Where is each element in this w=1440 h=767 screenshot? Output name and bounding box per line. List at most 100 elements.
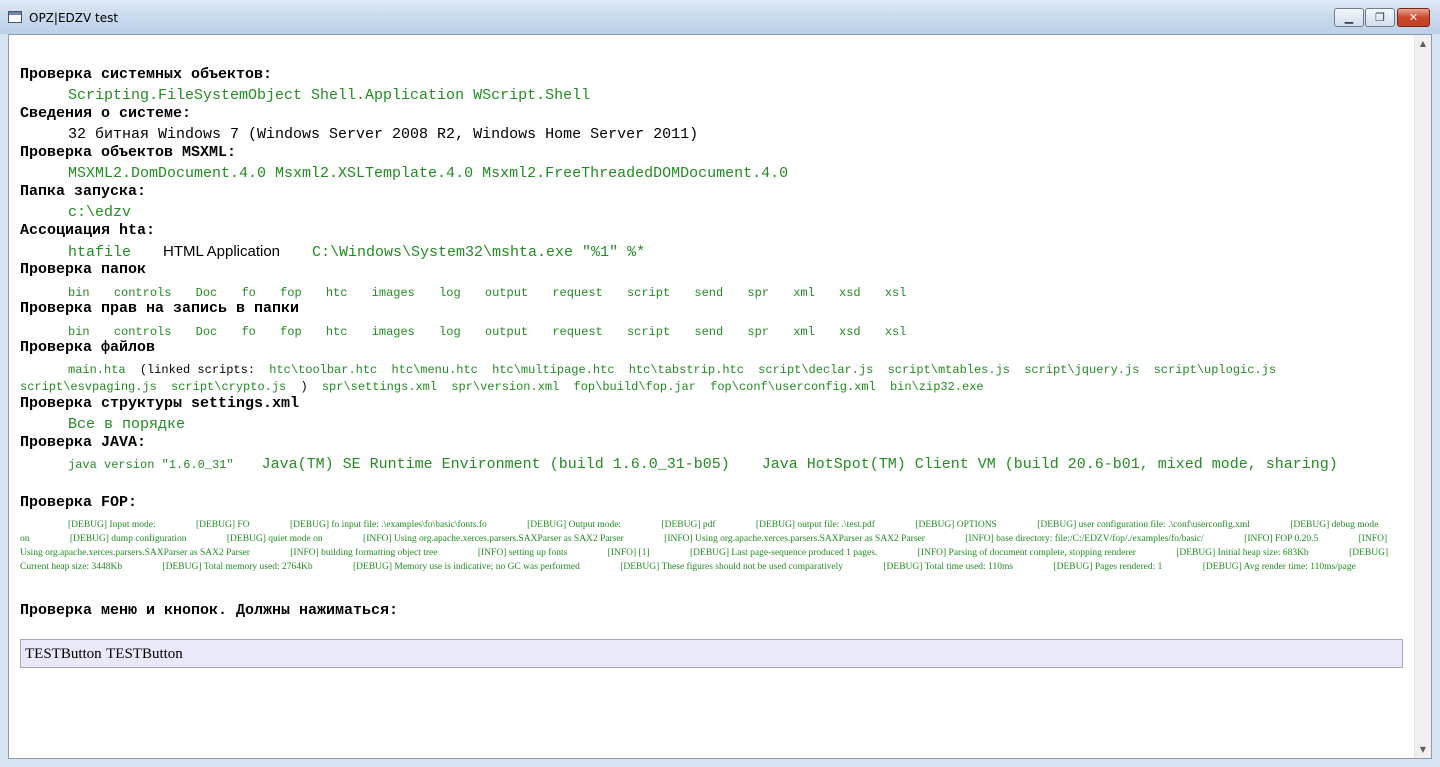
fop-log-entry: [DEBUG] Total time used: 110ms [883, 562, 1014, 572]
fop-log-entry: [DEBUG] fo input file: .\examples\fo\bas… [289, 520, 487, 530]
linked-scripts-label: (linked scripts: [139, 363, 256, 377]
fop-log-entry: [DEBUG] output file: .\test.pdf [755, 520, 875, 530]
perm-folder-item: htc [325, 325, 348, 339]
files-list: main.hta (linked scripts: htc\toolbar.ht… [20, 362, 1412, 396]
fop-log-entry: [DEBUG] OPTIONS [915, 520, 997, 530]
folder-item: fo [241, 286, 256, 300]
perm-folder-item: send [694, 325, 724, 339]
perm-folder-item: xsd [839, 325, 861, 339]
heading-msxml: Проверка объектов MSXML: [20, 144, 237, 161]
hta-app: HTML Application [163, 243, 281, 260]
test-button-1[interactable]: TESTButton [25, 646, 102, 662]
hta-type: htafile [68, 244, 132, 261]
test-toolbar: TESTButton TESTButton [20, 639, 1403, 668]
script-file-item: script\mtables.js [887, 363, 1010, 377]
file-item: spr\version.xml [451, 380, 560, 394]
linked-scripts-close: ) [300, 380, 308, 394]
heading-sysobjects: Проверка системных объектов: [20, 66, 273, 83]
script-file-item: script\crypto.js [171, 380, 287, 394]
fop-log-entry: [INFO] building formatting object tree [290, 548, 438, 558]
folder-item: spr [747, 286, 769, 300]
heading-fop: Проверка FOP: [20, 494, 138, 511]
fop-log: [DEBUG] Input mode: [DEBUG] FO [DEBUG] f… [20, 518, 1412, 574]
value-settings: Все в порядке [68, 416, 186, 433]
heading-launch: Папка запуска: [20, 183, 147, 200]
folder-item: log [439, 286, 461, 300]
value-msxml: MSXML2.DomDocument.4.0 Msxml2.XSLTemplat… [68, 165, 789, 182]
fop-log-entry: [DEBUG] dump configuration [69, 534, 187, 544]
perm-folder-item: output [484, 325, 529, 339]
file-item: fop\build\fop.jar [573, 380, 696, 394]
value-java: java version "1.6.0_31" Java(TM) SE Runti… [20, 455, 1412, 475]
folder-item: xsl [884, 286, 907, 300]
script-file-item: script\declar.js [758, 363, 874, 377]
java-runtime: Java(TM) SE Runtime Environment (build 1… [261, 456, 730, 473]
fop-log-entry: [DEBUG] Avg render time: 110ms/page [1202, 562, 1356, 572]
folder-item: output [484, 286, 529, 300]
java-vm: Java HotSpot(TM) Client VM (build 20.6-b… [761, 456, 1338, 473]
scroll-up-icon[interactable]: ▲ [1415, 35, 1431, 52]
folder-item: send [694, 286, 724, 300]
fop-log-entry: [DEBUG] Last page-sequence produced 1 pa… [690, 548, 878, 558]
maximize-button[interactable]: ❐ [1365, 8, 1395, 27]
perm-folder-item: log [439, 325, 461, 339]
value-hta: htafile HTML Application C:\Windows\System… [68, 243, 645, 262]
folder-item: request [552, 286, 603, 300]
heading-hta: Ассоциация hta: [20, 222, 156, 239]
window-title: OPZ|EDZV test [29, 11, 119, 25]
perm-folder-item: controls [113, 325, 172, 339]
heading-folders: Проверка папок [20, 261, 147, 278]
fop-log-entry: [DEBUG] Total memory used: 2764Kb [162, 562, 313, 572]
folder-item: bin [68, 286, 90, 300]
heading-perms: Проверка прав на запись в папки [20, 300, 300, 317]
value-sysinfo: 32 битная Windows 7 (Windows Server 2008… [68, 126, 699, 143]
heading-java: Проверка JAVA: [20, 434, 147, 451]
hta-cmd: C:\Windows\System32\mshta.exe "%1" %* [312, 244, 646, 261]
heading-sysinfo: Сведения о системе: [20, 105, 192, 122]
fop-log-entry: [INFO] FOP 0.20.5 [1244, 534, 1319, 544]
fop-log-entry: [INFO] base directory: file:/C:/EDZV/fop… [965, 534, 1204, 544]
file-item: bin\zip32.exe [889, 380, 984, 394]
window-client: ▲ ▼ Проверка системных объектов: Scripti… [8, 34, 1432, 759]
fop-log-entry: [DEBUG] These figures should not be used… [620, 562, 843, 572]
file-item: fop\conf\userconfig.xml [710, 380, 876, 394]
fop-log-entry: [INFO] Using org.apache.xerces.parsers.S… [363, 534, 624, 544]
script-file-item: htc\tabstrip.htc [628, 363, 744, 377]
folder-item: controls [113, 286, 172, 300]
fop-log-entry: [DEBUG] Input mode: [68, 520, 156, 530]
heading-menu: Проверка меню и кнопок. Должны нажиматьс… [20, 602, 399, 619]
fop-log-entry: [DEBUG] Pages rendered: 1 [1053, 562, 1163, 572]
script-file-item: htc\multipage.htc [492, 363, 615, 377]
folder-item: xml [793, 286, 815, 300]
script-file-item: htc\menu.htc [391, 363, 478, 377]
file-item: spr\settings.xml [321, 380, 438, 394]
fop-log-entry: [INFO] Parsing of document complete, sto… [917, 548, 1136, 558]
perm-folder-item: fo [241, 325, 256, 339]
value-sysobjects: Scripting.FileSystemObject Shell.Applica… [68, 87, 591, 104]
minimize-button[interactable]: ▁ [1334, 8, 1364, 27]
fop-log-entry: [INFO] Using org.apache.xerces.parsers.S… [664, 534, 925, 544]
scroll-down-icon[interactable]: ▼ [1415, 741, 1431, 758]
value-launch: c:\edzv [68, 204, 132, 221]
title-bar[interactable]: OPZ|EDZV test ▁ ❐ ✕ [0, 0, 1440, 34]
vertical-scrollbar[interactable]: ▲ ▼ [1414, 35, 1431, 758]
fop-log-entry: [DEBUG] FO [195, 520, 250, 530]
fop-log-entry: [INFO] setting up fonts [477, 548, 568, 558]
perm-folder-item: xsl [884, 325, 907, 339]
fop-log-entry: [DEBUG] quiet mode on [226, 534, 323, 544]
folder-item: Doc [195, 286, 218, 300]
script-file-item: script\uplogic.js [1153, 363, 1277, 377]
folder-item: images [371, 286, 415, 300]
close-button[interactable]: ✕ [1397, 8, 1430, 27]
script-file-item: script\jquery.js [1024, 363, 1140, 377]
perm-folder-item: bin [68, 325, 90, 339]
folder-item: fop [280, 286, 302, 300]
fop-log-entry: [DEBUG] Memory use is indicative; no GC … [352, 562, 580, 572]
perm-folder-item: Doc [195, 325, 218, 339]
perms-list: bin controls Doc fo fop htc images log o… [68, 323, 923, 341]
perm-folder-item: fop [280, 325, 302, 339]
app-window-icon [8, 11, 22, 23]
file-item: main.hta [68, 363, 126, 377]
test-button-2[interactable]: TESTButton [106, 646, 183, 662]
java-version: java version "1.6.0_31" [68, 458, 234, 472]
